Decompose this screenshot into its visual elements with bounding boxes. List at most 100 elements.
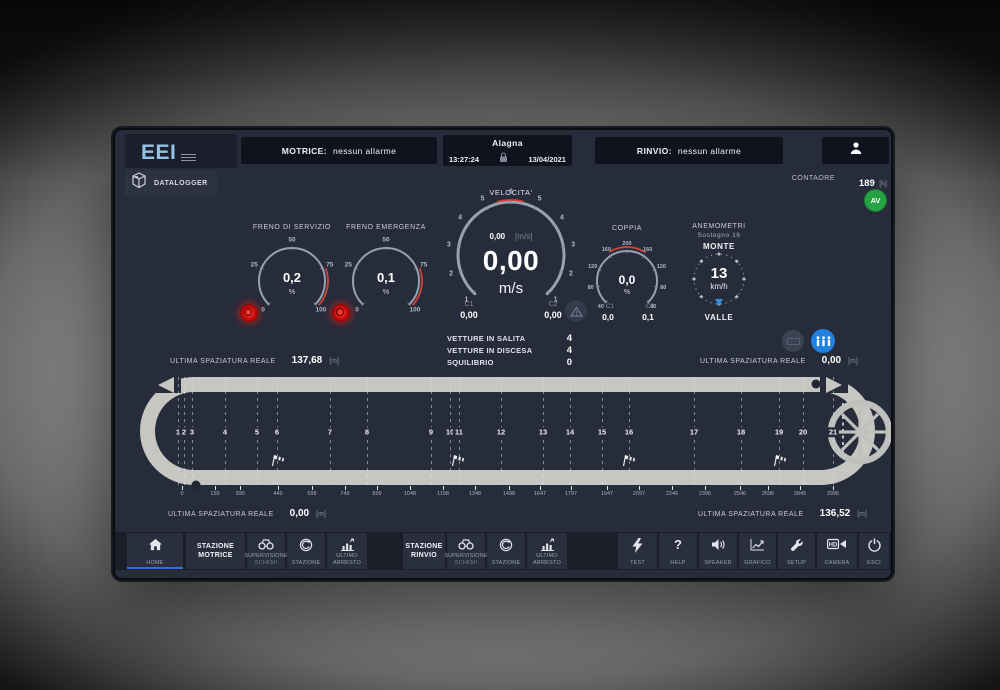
toolbar-supervisione-rinvio-button[interactable]: SUPERVISIONESCHEMI [447,533,485,569]
support-number: 5 [253,427,261,437]
distance-label: 1498 [503,491,515,497]
speaker-icon [699,538,737,551]
stazione-motrice-vista-icon [287,538,325,552]
distance-tick [475,486,476,490]
toolbar-stazione-motrice-button[interactable]: STAZIONEMOTRICE [186,533,245,569]
toolbar-label: STAZIONE [492,560,521,567]
toolbar-ultimo-arresto-rinvio-button[interactable]: ULTIMO ARRESTO [527,533,567,569]
support-number: 16 [623,427,635,437]
toolbar-label: ULTIMO ARRESTO [527,553,567,567]
toolbar-label: ESCI [867,560,881,567]
toolbar-home-button[interactable]: HOME [127,533,183,569]
support-number: 14 [564,427,576,437]
toolbar-label: STAZIONEMOTRICE [197,542,234,560]
ultimo-arresto-motrice-icon [327,538,367,551]
hmi-screen: EEI MOTRICE: nessun allarme Alagna 13:27… [115,130,891,578]
distance-label: 1198 [437,491,449,497]
toolbar-supervisione-motrice-button[interactable]: SUPERVISIONESCHEMI [247,533,285,569]
distance-label: 1647 [534,491,546,497]
distance-tick [740,486,741,490]
support-number: 18 [735,427,747,437]
distance-tick [410,486,411,490]
vehicle-dot [812,380,821,389]
support-number: 9 [427,427,435,437]
distance-tick [278,486,279,490]
photo-stage: EEI MOTRICE: nessun allarme Alagna 13:27… [0,0,1000,690]
toolbar-label: SPEAKER [704,560,731,567]
distance-tick [768,486,769,490]
distance-label: 1348 [469,491,481,497]
toolbar-label: SUPERVISIONESCHEMI [444,553,488,567]
toolbar-label: CAMERA [825,560,850,567]
toolbar-label: STAZIONE [292,560,321,567]
help-icon: ? [659,538,697,551]
distance-tick [639,486,640,490]
windsock-icon [620,452,636,472]
distance-tick [672,486,673,490]
toolbar-speaker-button[interactable]: SPEAKER [699,533,737,569]
support-number: 20 [797,427,809,437]
toolbar-stazione-motrice-vista-button[interactable]: STAZIONE [287,533,325,569]
rope-direction-arrow-left [158,377,174,393]
distance-label: 2546 [734,491,746,497]
toolbar-help-button[interactable]: ? HELP [659,533,697,569]
setup-icon [778,538,815,552]
distance-tick [182,486,183,490]
support-number: 3 [188,427,196,437]
distance-tick [540,486,541,490]
toolbar-camera-button[interactable]: HD CAMERA [817,533,857,569]
distance-label: 300 [235,491,244,497]
esci-icon [859,538,889,552]
toolbar-label: TEST [630,560,645,567]
svg-text:HD: HD [829,542,838,548]
rope-direction-arrow-right [826,377,842,393]
distance-label: 2995 [827,491,839,497]
support-number: 19 [773,427,785,437]
toolbar-grafico-button[interactable]: GRAFICO [739,533,776,569]
distance-tick [705,486,706,490]
toolbar-label: HELP [670,560,685,567]
windsock-icon [771,452,787,472]
support-number: 12 [495,427,507,437]
distance-tick [215,486,216,490]
windsock-icon [269,452,285,472]
bottom-toolbar: HOMESTAZIONEMOTRICESUPERVISIONESCHEMISTA… [115,532,891,570]
distance-label: 150 [210,491,219,497]
distance-label: 899 [372,491,381,497]
toolbar-label: SUPERVISIONESCHEMI [244,553,288,567]
distance-label: 2097 [633,491,645,497]
distance-label: 2246 [666,491,678,497]
toolbar-label: STAZIONERINVIO [405,542,442,560]
stazione-rinvio-vista-icon [487,538,525,552]
supervisione-rinvio-icon [447,538,485,550]
distance-tick [240,486,241,490]
toolbar-esci-button[interactable]: ESCI [859,533,889,569]
distance-label: 1947 [601,491,613,497]
distance-label: 599 [307,491,316,497]
station-platform-marker [842,403,844,460]
distance-label: 2696 [762,491,774,497]
support-number: 11 [453,427,465,437]
toolbar-stazione-rinvio-vista-button[interactable]: STAZIONE [487,533,525,569]
cable-loop [140,377,875,485]
toolbar-ultimo-arresto-motrice-button[interactable]: ULTIMO ARRESTO [327,533,367,569]
support-number: 15 [596,427,608,437]
support-number: 6 [273,427,281,437]
distance-label: 1048 [404,491,416,497]
distance-label: 1797 [565,491,577,497]
vehicle-dot [192,481,201,490]
distance-tick [312,486,313,490]
distance-label: 749 [340,491,349,497]
distance-tick [345,486,346,490]
distance-label: 449 [273,491,282,497]
active-tab-indicator [127,567,183,570]
distance-label: 2396 [699,491,711,497]
toolbar-setup-button[interactable]: SETUP [778,533,815,569]
test-icon [618,538,657,553]
toolbar-stazione-rinvio-button[interactable]: STAZIONERINVIO [403,533,445,569]
camera-icon: HD [817,538,857,550]
distance-tick [571,486,572,490]
toolbar-test-button[interactable]: TEST [618,533,657,569]
distance-tick [443,486,444,490]
support-number: 21 [827,427,839,437]
